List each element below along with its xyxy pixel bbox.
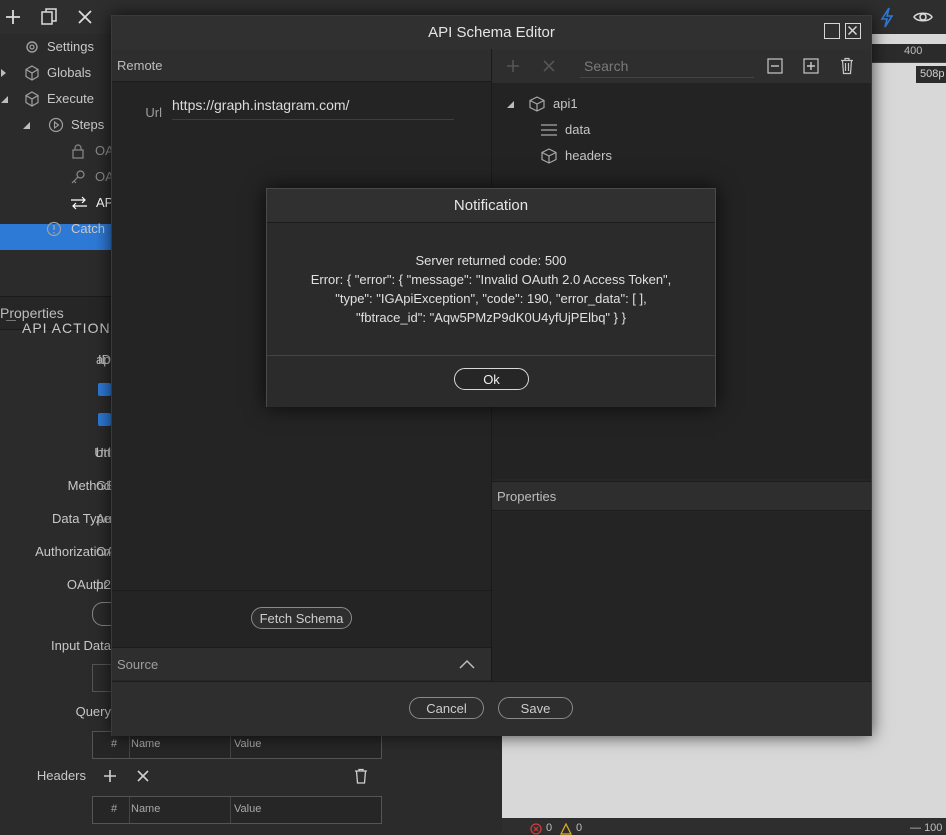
zoom-number: 100 (924, 822, 943, 834)
notification-title: Notification (267, 189, 715, 223)
fetch-schema-button[interactable]: Fetch Schema (251, 607, 352, 629)
section-title: API ACTION (22, 320, 111, 336)
tree-item-label: Settings (47, 39, 94, 54)
error-icon[interactable] (530, 823, 542, 835)
notification-dialog: Notification Server returned code: 500 E… (266, 188, 716, 407)
schema-properties-header: Properties (492, 481, 871, 511)
query-label: Query (75, 704, 111, 719)
chevron-up-icon[interactable] (458, 658, 476, 670)
headers-table-header: # Name Value (92, 796, 382, 824)
eye-icon[interactable] (912, 6, 934, 28)
dialog-titlebar[interactable]: API Schema Editor (112, 16, 871, 49)
remote-header: Remote (112, 49, 491, 82)
notification-message: Server returned code: 500 Error: { "erro… (267, 251, 715, 327)
lock-icon (70, 143, 86, 159)
expand-arrow-icon (0, 65, 8, 81)
oauth2-value[interactable]: pr (96, 577, 108, 592)
col-value: Value (234, 803, 262, 815)
ruler: 400 (870, 44, 946, 63)
close-icon[interactable] (135, 768, 151, 784)
collapse-arrow-icon[interactable] (506, 96, 516, 112)
url-label: Url (145, 105, 162, 120)
fetch-bar: Fetch Schema (112, 590, 491, 647)
cube-icon (528, 96, 546, 112)
col-name: Name (131, 738, 161, 750)
copy-icon[interactable] (38, 6, 60, 28)
source-title: Source (117, 657, 159, 672)
tree-item-label: Steps (71, 117, 105, 132)
checkbox-1[interactable] (98, 383, 111, 396)
left-panel: Settings Globals Execute Steps OA OA AP … (0, 34, 123, 833)
data-type-value[interactable]: Au (96, 511, 112, 526)
cancel-button[interactable]: Cancel (409, 697, 484, 719)
col-value: Value (234, 738, 262, 750)
section-collapse-line[interactable] (6, 320, 16, 321)
checkbox-2[interactable] (98, 413, 111, 426)
schema-toolbar: Search (492, 49, 871, 84)
cube-icon (540, 148, 558, 164)
url-value[interactable]: htt (96, 445, 110, 460)
warning-icon[interactable] (560, 823, 572, 835)
key-icon (70, 169, 86, 185)
ok-button[interactable]: Ok (454, 368, 529, 390)
dialog-footer: Cancel Save (112, 681, 871, 736)
close-icon[interactable] (541, 58, 557, 74)
properties-title: Properties (0, 305, 64, 321)
tree-item-label: Execute (47, 91, 94, 106)
col-index: # (111, 803, 118, 815)
notification-footer: Ok (267, 355, 715, 407)
tree-item-label: Globals (47, 65, 92, 80)
play-circle-icon (48, 117, 64, 133)
cube-icon (24, 65, 40, 81)
zoom-value[interactable]: — 100 (910, 822, 942, 834)
trash-icon[interactable] (353, 768, 369, 784)
maximize-icon[interactable] (824, 23, 840, 39)
expand-all-icon[interactable] (803, 58, 819, 74)
source-header[interactable]: Source (112, 647, 491, 680)
tree-node-label: api1 (553, 96, 578, 111)
input-data-table[interactable] (92, 664, 112, 692)
col-name: Name (131, 803, 161, 815)
gear-icon (24, 39, 40, 55)
collapse-arrow-icon (0, 91, 10, 107)
collapse-arrow-icon (22, 117, 32, 133)
dialog-title: API Schema Editor (428, 24, 555, 41)
search-input[interactable]: Search (580, 55, 754, 78)
error-count: 0 (546, 822, 553, 834)
canvas-size-badge: 508p (916, 66, 946, 83)
plus-icon[interactable] (505, 58, 521, 74)
ruler-label: 400 (904, 45, 923, 57)
id-value[interactable]: ap (96, 352, 110, 367)
input-data-label: Input Data (51, 638, 111, 653)
message-line: "type": "IGApiException", "code": 190, "… (335, 291, 647, 306)
close-icon[interactable] (845, 23, 861, 39)
status-bar: 0 0 — 100 (502, 818, 946, 835)
properties-bottom: # Name Value Headers # Name Value (0, 731, 502, 833)
alert-circle-icon (46, 221, 62, 237)
plus-icon[interactable] (102, 768, 118, 784)
tree-node-label: headers (565, 148, 612, 163)
headers-label: Headers (36, 768, 86, 783)
message-line: Error: { "error": { "message": "Invalid … (310, 272, 672, 287)
cube-icon (24, 91, 40, 107)
col-index: # (111, 738, 118, 750)
list-icon (540, 122, 558, 138)
save-button[interactable]: Save (498, 697, 573, 719)
message-line: "fbtrace_id": "Aqw5PMzP9dK0U4yfUjPElbq" … (356, 310, 626, 325)
api-exchange-icon (70, 195, 88, 211)
plus-icon[interactable] (2, 6, 24, 28)
design-canvas[interactable] (870, 34, 946, 833)
url-input[interactable]: https://graph.instagram.com/ (172, 96, 454, 120)
tree-item-label: Catch (71, 221, 105, 236)
schema-properties-panel (492, 512, 871, 680)
warning-count: 0 (576, 822, 583, 834)
bolt-icon[interactable] (876, 6, 898, 28)
message-line: Server returned code: 500 (415, 253, 567, 268)
close-icon[interactable] (74, 6, 96, 28)
collapse-all-icon[interactable] (767, 58, 783, 74)
trash-icon[interactable] (839, 57, 855, 75)
tree-node-label: data (565, 122, 591, 137)
